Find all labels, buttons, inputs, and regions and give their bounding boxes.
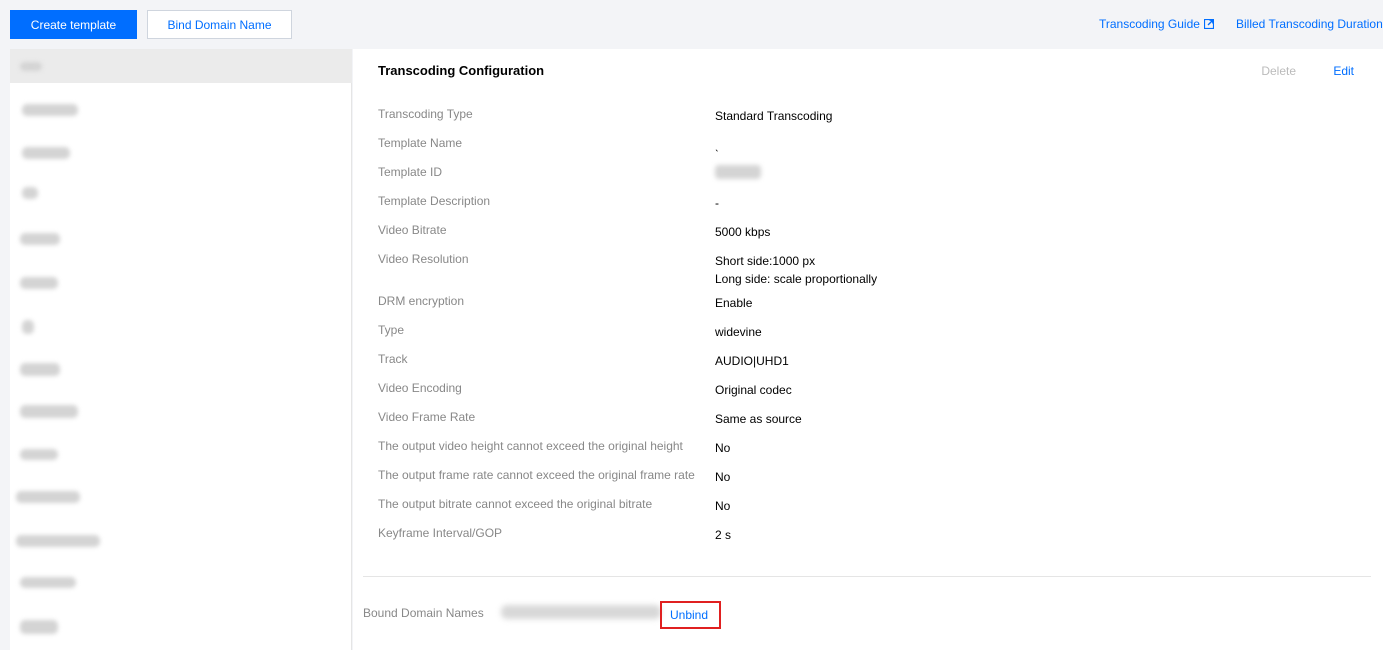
template-list-item[interactable] — [10, 393, 352, 427]
template-list-item[interactable] — [10, 522, 352, 556]
field-label: The output bitrate cannot exceed the ori… — [378, 497, 653, 511]
field-label: Video Bitrate — [378, 223, 447, 237]
template-list-item[interactable] — [10, 350, 352, 384]
field-value: ˎ — [715, 138, 719, 152]
field-value: Same as source — [715, 412, 802, 426]
unbind-highlight-box: Unbind — [660, 601, 721, 629]
field-value: AUDIO|UHD1 — [715, 354, 789, 368]
field-value: Short side:1000 px Long side: scale propo… — [715, 252, 877, 288]
create-template-button[interactable]: Create template — [10, 10, 137, 39]
template-list-item[interactable] — [10, 479, 352, 513]
template-list-item[interactable] — [10, 49, 352, 83]
field-label: Video Frame Rate — [378, 410, 476, 424]
field-value: 5000 kbps — [715, 225, 771, 239]
field-label: The output video height cannot exceed th… — [378, 439, 683, 453]
field-value: Standard Transcoding — [715, 109, 833, 123]
field-label: Video Encoding — [378, 381, 462, 395]
edit-button[interactable]: Edit — [1333, 64, 1354, 78]
field-label: Template ID — [378, 165, 443, 179]
delete-button[interactable]: Delete — [1261, 64, 1296, 78]
template-list-item[interactable] — [10, 436, 352, 470]
template-list-item[interactable] — [10, 221, 352, 255]
field-label: DRM encryption — [378, 294, 465, 308]
field-value: widevine — [715, 325, 762, 339]
unbind-button[interactable]: Unbind — [670, 608, 708, 622]
bound-domains-label: Bound Domain Names — [363, 606, 484, 620]
template-detail-panel: Transcoding Configuration Delete Edit Tr… — [353, 49, 1383, 650]
field-label: The output frame rate cannot exceed the … — [378, 468, 695, 482]
section-title: Transcoding Configuration — [378, 63, 545, 78]
transcoding-guide-link[interactable]: Transcoding Guide — [1099, 17, 1214, 31]
template-list-item[interactable] — [10, 135, 352, 169]
billed-duration-link[interactable]: Billed Transcoding Duration — [1236, 17, 1383, 31]
redacted-template-id — [715, 165, 761, 179]
template-list-item[interactable] — [10, 307, 352, 341]
section-divider — [363, 576, 1371, 577]
transcoding-guide-label: Transcoding Guide — [1099, 17, 1200, 31]
template-list-item[interactable] — [10, 264, 352, 298]
field-value: Original codec — [715, 383, 792, 397]
field-value: No — [715, 441, 731, 455]
field-label: Type — [378, 323, 405, 337]
resolution-short-side: Short side:1000 px — [715, 254, 816, 268]
field-label: Video Resolution — [378, 252, 469, 266]
field-label: Keyframe Interval/GOP — [378, 526, 503, 540]
field-value: Enable — [715, 296, 753, 310]
field-label: Template Description — [378, 194, 491, 208]
template-list-item[interactable] — [10, 92, 352, 126]
top-toolbar: Create template Bind Domain Name Transco… — [0, 0, 1383, 48]
field-value: 2 s — [715, 528, 732, 542]
field-label: Template Name — [378, 136, 463, 150]
template-list — [10, 49, 352, 650]
bind-domain-button[interactable]: Bind Domain Name — [147, 10, 292, 39]
template-list-item[interactable] — [10, 565, 352, 599]
template-list-item[interactable] — [10, 608, 352, 642]
template-list-item[interactable] — [10, 178, 352, 212]
field-label: Track — [378, 352, 408, 366]
field-value: No — [715, 499, 731, 513]
redacted-domain-name — [501, 605, 661, 619]
field-value: - — [715, 196, 719, 210]
resolution-long-side: Long side: scale proportionally — [715, 272, 878, 286]
field-value: No — [715, 470, 731, 484]
field-label: Transcoding Type — [378, 107, 473, 121]
external-link-icon — [1203, 19, 1214, 29]
